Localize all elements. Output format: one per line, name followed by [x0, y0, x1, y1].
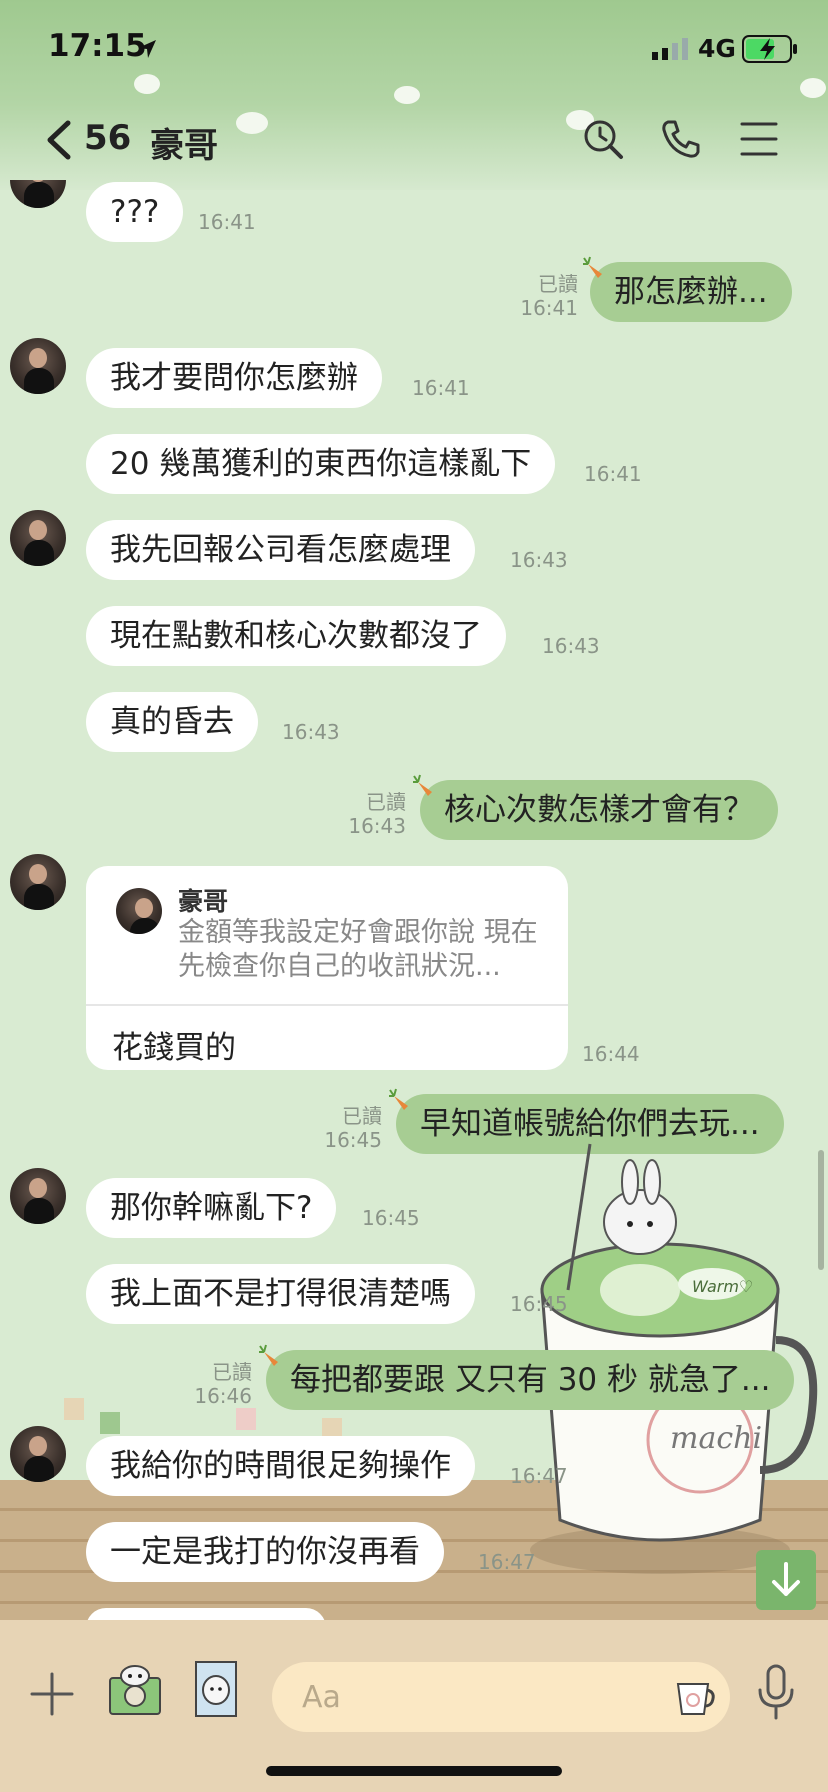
cloud-decoration — [134, 74, 160, 94]
svg-text:Warm♡: Warm♡ — [692, 1277, 753, 1296]
message-text: 我才要問你怎麼辦 — [110, 360, 358, 396]
unread-count[interactable]: 56 — [84, 118, 131, 158]
read-receipt: 已讀 16:41 — [520, 272, 578, 320]
contact-avatar[interactable] — [10, 1168, 66, 1224]
message-text: 花錢買的 — [112, 1030, 236, 1066]
message-time: 16:47 — [510, 1464, 568, 1488]
message-bubble-outgoing[interactable]: 核心次數怎樣才會有？ — [413, 774, 778, 840]
message-time: 16:45 — [510, 1292, 568, 1316]
message-text: 我上面不是打得很清楚嗎 — [110, 1276, 451, 1312]
message-text: 那你幹嘛亂下? — [110, 1190, 313, 1226]
message-bubble-incoming[interactable]: 我給你的時間很足夠操作 — [86, 1436, 475, 1496]
message-time: 16:41 — [584, 462, 642, 486]
message-time: 16:43 — [282, 720, 340, 744]
phone-call-icon[interactable] — [660, 118, 702, 160]
message-text: ??? — [110, 194, 160, 230]
status-time: 17:15 — [48, 28, 147, 64]
microphone-icon[interactable] — [756, 1664, 796, 1720]
reply-message-card[interactable]: 豪哥 金額等我設定好會跟你說 現在先檢查你自己的收訊狀況... 花錢買的 — [86, 866, 568, 1070]
plus-icon[interactable] — [30, 1672, 74, 1716]
contact-avatar[interactable] — [10, 180, 66, 208]
message-bubble-incoming[interactable]: ??? — [86, 182, 184, 242]
quoted-message-text: 金額等我設定好會跟你說 現在先檢查你自己的收訊狀況... — [178, 917, 538, 982]
message-text: 現在點數和核心次數都沒了 — [110, 618, 482, 654]
message-text: 核心次數怎樣才會有？ — [444, 792, 754, 828]
message-input[interactable]: Aa — [272, 1662, 730, 1732]
message-bubble-outgoing[interactable]: 那怎麼辦... — [583, 256, 792, 322]
quoted-avatar — [116, 888, 162, 934]
confetti-decoration — [100, 1412, 120, 1434]
message-input-placeholder: Aa — [302, 1680, 341, 1715]
confetti-decoration — [236, 1408, 256, 1430]
battery-charging-icon — [742, 35, 797, 63]
emoji-sticker-icon[interactable] — [672, 1674, 716, 1718]
message-bubble-incoming[interactable]: 20 幾萬獲利的東西你這樣亂下 — [86, 434, 556, 494]
message-input-bar: Aa — [0, 1620, 828, 1792]
search-icon[interactable] — [582, 118, 624, 160]
message-text: 一定是我打的你沒再看 — [110, 1534, 420, 1570]
photo-gallery-icon[interactable] — [194, 1660, 238, 1718]
message-text: 那怎麼辦... — [614, 274, 768, 310]
message-time: 16:45 — [362, 1206, 420, 1230]
svg-text:machi: machi — [670, 1421, 762, 1456]
contact-avatar[interactable] — [10, 338, 66, 394]
contact-name: 豪哥 — [150, 126, 218, 166]
message-text: 真的昏去 — [110, 704, 234, 740]
message-bubble-incoming[interactable]: 我上面不是打得很清楚嗎 — [86, 1264, 475, 1324]
confetti-decoration — [64, 1398, 84, 1420]
message-bubble-incoming[interactable]: 真的昏去 — [86, 692, 258, 752]
arrow-down-icon — [772, 1562, 800, 1596]
message-text: 每把都要跟 又只有 30 秒 就急了... — [290, 1362, 771, 1398]
scroll-to-bottom-button[interactable] — [756, 1550, 816, 1610]
back-chevron-icon[interactable] — [44, 120, 72, 160]
message-time: 16:47 — [478, 1550, 536, 1574]
message-bubble-incoming[interactable]: 那你幹嘛亂下? — [86, 1178, 337, 1238]
quoted-sender-name: 豪哥 — [178, 887, 229, 916]
contact-avatar[interactable] — [10, 510, 66, 566]
message-bubble-incoming[interactable]: 一定是我打的你沒再看 — [86, 1522, 444, 1582]
read-receipt: 已讀 16:45 — [324, 1104, 382, 1152]
cloud-decoration — [236, 112, 268, 134]
read-receipt: 已讀 16:43 — [348, 790, 406, 838]
home-indicator — [266, 1766, 562, 1776]
message-text: 20 幾萬獲利的東西你這樣亂下 — [110, 446, 532, 482]
contact-avatar[interactable] — [10, 854, 66, 910]
message-bubble-incoming[interactable]: 現在點數和核心次數都沒了 — [86, 606, 506, 666]
message-text: 我先回報公司看怎麼處理 — [110, 532, 451, 568]
message-text: 我給你的時間很足夠操作 — [110, 1448, 451, 1484]
message-time: 16:44 — [582, 1042, 640, 1066]
message-time: 16:41 — [412, 376, 470, 400]
message-bubble-incoming[interactable]: 我才要問你怎麼辦 — [86, 348, 382, 408]
message-bubble-outgoing[interactable]: 每把都要跟 又只有 30 秒 就急了... — [259, 1344, 795, 1410]
message-time: 16:41 — [198, 210, 256, 234]
location-arrow-icon — [138, 40, 156, 58]
scrollbar-thumb[interactable] — [818, 1150, 824, 1270]
message-time: 16:43 — [510, 548, 568, 572]
cloud-decoration — [394, 86, 420, 104]
carrot-icon — [413, 774, 432, 796]
message-bubble-partial[interactable] — [86, 1608, 326, 1620]
carrot-icon — [259, 1344, 278, 1366]
read-receipt: 已讀 16:46 — [194, 1360, 252, 1408]
message-time: 16:43 — [542, 634, 600, 658]
network-type: 4G — [698, 34, 736, 63]
reply-divider — [86, 1004, 568, 1006]
camera-icon[interactable] — [108, 1664, 162, 1718]
chat-message-list[interactable]: ??? 16:41 已讀 16:41 那怎麼辦... 我才要問你怎麼辦 16:41… — [0, 180, 828, 1620]
message-bubble-incoming[interactable]: 我先回報公司看怎麼處理 — [86, 520, 475, 580]
signal-icon — [652, 38, 688, 60]
carrot-icon — [389, 1088, 408, 1110]
carrot-icon — [583, 256, 602, 278]
cloud-decoration — [800, 78, 826, 98]
contact-avatar[interactable] — [10, 1426, 66, 1482]
message-text: 早知道帳號給你們去玩... — [420, 1106, 760, 1142]
menu-icon[interactable] — [738, 118, 780, 160]
